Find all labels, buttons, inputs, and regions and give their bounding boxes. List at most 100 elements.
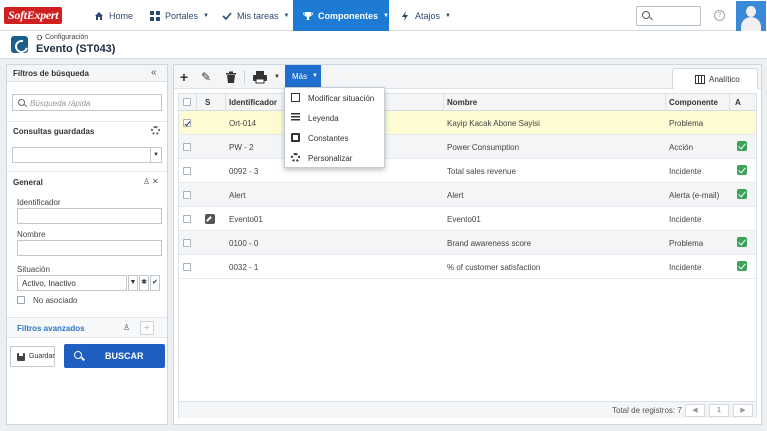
menu-item-modificar-situacion[interactable]: Modificar situación (285, 88, 384, 108)
asterisk-icon[interactable]: ✱ (139, 275, 149, 291)
row-checkbox[interactable] (183, 143, 191, 151)
table-row[interactable]: Alert Alert Alerta (e-mail) (179, 183, 756, 207)
constants-icon (291, 133, 300, 142)
row-checkbox[interactable] (183, 119, 191, 127)
situacion-label: Situación (17, 265, 50, 274)
page-number[interactable]: 1 (709, 404, 729, 417)
row-checkbox[interactable] (183, 263, 191, 271)
column-header-a[interactable]: A (735, 98, 741, 107)
chevron-down-icon[interactable]: ▼ (274, 74, 280, 80)
cell-componente: Acción (669, 143, 694, 152)
add-filter-button[interactable]: + (140, 321, 154, 335)
print-icon[interactable] (252, 69, 268, 85)
cell-componente: Problema (669, 239, 704, 248)
edit-icon[interactable] (205, 214, 215, 224)
advanced-filters-bar[interactable]: Filtros avanzados ♙ + (7, 317, 167, 338)
cell-identificador: 0032 - 1 (229, 263, 259, 272)
cell-identificador: 0092 - 3 (229, 167, 259, 176)
gear-icon (291, 153, 300, 162)
chevron-down-icon: ▼ (445, 12, 451, 19)
results-panel: + ✎ ▼ Más ▼ Analítico S Identificador No… (173, 64, 762, 425)
page-header: Configuración Evento (ST043) (0, 31, 767, 59)
table-row[interactable]: 0092 - 3 Total sales revenue Incidente (179, 159, 756, 183)
events-table: S Identificador Nombre Componente A Ort-… (178, 93, 757, 418)
no-asociado-label: No asociado (33, 296, 78, 305)
table-row[interactable]: Ort-014 Kayip Kacak Abone Sayisi Problema (179, 111, 756, 135)
table-row[interactable]: Evento01 Evento01 Incidente (179, 207, 756, 231)
table-row[interactable]: 0032 - 1 % of customer satisfaction Incide… (179, 255, 756, 279)
clear-filters-icon[interactable]: ♙ (143, 177, 150, 186)
more-actions-button[interactable]: Más ▼ (285, 65, 321, 88)
delete-icon[interactable] (223, 69, 239, 85)
chevron-down-icon: ▼ (150, 148, 161, 162)
total-records: Total de registros: 7 (612, 406, 682, 415)
table-row[interactable]: PW - 2 Power Consumption Acción (179, 135, 756, 159)
column-header-identificador[interactable]: Identificador (229, 98, 277, 107)
collapse-panel-icon[interactable]: « (151, 67, 157, 78)
menu-item-constantes[interactable]: Constantes (285, 128, 384, 148)
advanced-filters-toggle[interactable]: Filtros avanzados (17, 324, 85, 333)
save-button[interactable]: Guardar (10, 346, 55, 367)
column-header-componente[interactable]: Componente (669, 98, 718, 107)
row-checkbox[interactable] (183, 191, 191, 199)
cell-componente: Alerta (e-mail) (669, 191, 720, 200)
identificador-field[interactable] (17, 208, 162, 224)
clear-selection-icon[interactable]: ✔ (150, 275, 160, 291)
no-asociado-checkbox[interactable] (17, 296, 25, 304)
search-button[interactable]: BUSCAR (64, 344, 165, 368)
column-header-s[interactable]: S (205, 98, 210, 107)
edit-icon[interactable]: ✎ (198, 69, 214, 85)
nav-home[interactable]: Home (86, 0, 144, 31)
table-row[interactable]: 0100 - 0 Brand awareness score Problema (179, 231, 756, 255)
list-icon (291, 113, 300, 122)
active-check-icon (737, 237, 747, 247)
general-section-label: General (13, 178, 43, 187)
cell-nombre: Power Consumption (447, 143, 520, 152)
clear-filters-icon[interactable]: ♙ (123, 323, 130, 332)
cell-nombre: Brand awareness score (447, 239, 532, 248)
cell-nombre: % of customer satisfaction (447, 263, 541, 272)
event-component-icon (11, 36, 28, 53)
select-all-checkbox[interactable] (183, 98, 191, 106)
chevron-down-icon[interactable]: ▼ (128, 275, 138, 291)
grid-icon (150, 10, 160, 21)
row-checkbox[interactable] (183, 215, 191, 223)
chevron-down-icon: ▼ (312, 73, 318, 79)
quick-search-input[interactable]: Búsqueda rápida (12, 94, 162, 111)
gear-icon (36, 34, 43, 41)
saved-queries-label: Consultas guardadas (13, 127, 95, 136)
help-icon[interactable]: ? (714, 10, 725, 21)
user-avatar[interactable] (736, 1, 766, 31)
nombre-field[interactable] (17, 240, 162, 256)
saved-queries-select[interactable]: ▼ (12, 147, 162, 163)
cell-identificador: 0100 - 0 (229, 239, 259, 248)
search-icon (642, 11, 650, 19)
page-title: Evento (ST043) (36, 43, 116, 55)
column-header-nombre[interactable]: Nombre (447, 98, 477, 107)
row-checkbox[interactable] (183, 167, 191, 175)
close-icon[interactable]: ✕ (152, 177, 159, 186)
previous-page-button[interactable]: ◀ (685, 404, 705, 417)
top-navbar: SoftExpert Home Portales ▼ Mis tareas ▼ … (0, 0, 767, 31)
search-filters-panel: Filtros de búsqueda « Búsqueda rápida Co… (6, 64, 168, 425)
cell-nombre: Kayip Kacak Abone Sayisi (447, 119, 540, 128)
checkmark-icon (222, 11, 232, 20)
softexpert-logo[interactable]: SoftExpert (4, 6, 63, 24)
chevron-down-icon: ▼ (383, 12, 389, 19)
menu-item-leyenda[interactable]: Leyenda (285, 108, 384, 128)
gear-icon[interactable] (151, 126, 160, 135)
chevron-down-icon: ▼ (283, 12, 290, 19)
active-check-icon (737, 261, 747, 271)
search-icon (18, 99, 25, 106)
global-search-input[interactable] (636, 6, 701, 26)
nav-atajos[interactable]: Atajos ▼ (392, 0, 452, 31)
add-icon[interactable]: + (176, 69, 192, 85)
nav-componentes[interactable]: Componentes ▼ (293, 0, 389, 31)
situacion-select[interactable]: Activo, Inactivo (17, 275, 127, 291)
menu-item-personalizar[interactable]: Personalizar (285, 148, 384, 168)
next-page-button[interactable]: ▶ (733, 404, 753, 417)
tab-analitico[interactable]: Analítico (672, 68, 758, 89)
nav-portales[interactable]: Portales ▼ (144, 0, 216, 31)
row-checkbox[interactable] (183, 239, 191, 247)
nav-mis-tareas[interactable]: Mis tareas ▼ (216, 0, 292, 31)
